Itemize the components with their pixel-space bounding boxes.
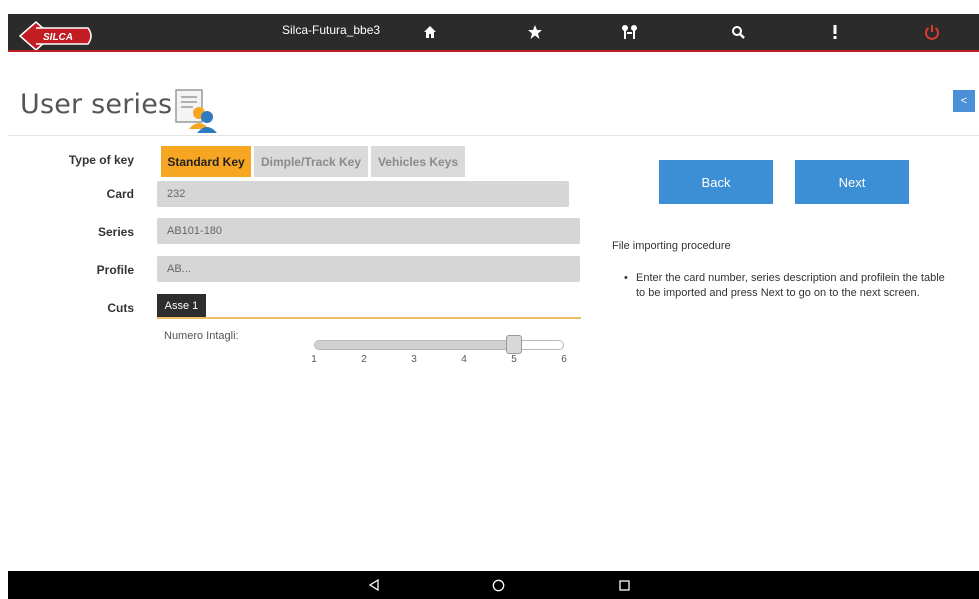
- header-divider: [8, 135, 979, 136]
- tab-vehicles-keys[interactable]: Vehicles Keys: [371, 146, 465, 177]
- back-icon[interactable]: [364, 575, 384, 595]
- power-icon[interactable]: [920, 20, 944, 44]
- profile-label: Profile: [96, 263, 134, 277]
- slider-tick-label: 6: [561, 354, 567, 365]
- procedure-list: • Enter the card number, series descript…: [624, 271, 956, 301]
- top-bar: SILCA Silca-Futura_bbe3: [8, 14, 979, 52]
- tab-asse-1[interactable]: Asse 1: [157, 294, 206, 317]
- series-label: Series: [97, 225, 134, 239]
- slider-fill: [315, 341, 515, 349]
- app-title: Silca-Futura_bbe3: [282, 23, 381, 37]
- cuts-label: Cuts: [107, 301, 134, 315]
- procedure-title: File importing procedure: [612, 240, 731, 252]
- slider-tick-label: 3: [411, 354, 417, 365]
- slider-tick-label: 1: [311, 354, 317, 365]
- recents-icon[interactable]: [614, 575, 634, 595]
- numero-intagli-slider[interactable]: [314, 340, 564, 350]
- home-circle-icon[interactable]: [488, 575, 508, 595]
- procedure-item: Enter the card number, series descriptio…: [636, 272, 945, 299]
- collapse-panel-button[interactable]: <: [953, 90, 975, 112]
- info-icon[interactable]: [823, 20, 847, 44]
- slider-tick-label: 5: [511, 354, 517, 365]
- slider-tick-label: 2: [361, 354, 367, 365]
- tab-dimple-track-key[interactable]: Dimple/Track Key: [254, 146, 368, 177]
- keys-icon[interactable]: [618, 20, 642, 44]
- user-document-icon: [173, 87, 221, 133]
- series-field[interactable]: AB101-180: [157, 218, 580, 244]
- svg-text:SILCA: SILCA: [43, 32, 73, 43]
- home-icon[interactable]: [418, 20, 442, 44]
- type-of-key-label: Type of key: [68, 153, 134, 167]
- bottom-nav-bar: [8, 571, 979, 599]
- next-button[interactable]: Next: [795, 160, 909, 204]
- profile-field[interactable]: AB...: [157, 256, 580, 282]
- accent-line: [8, 50, 979, 52]
- tab-standard-key[interactable]: Standard Key: [161, 146, 251, 177]
- numero-intagli-label: Numero Intagli:: [164, 330, 239, 342]
- search-icon[interactable]: [726, 20, 750, 44]
- card-label: Card: [106, 187, 134, 201]
- cuts-tab-underline: [157, 317, 581, 319]
- bullet-icon: •: [624, 272, 628, 284]
- page-title: User series: [20, 89, 173, 120]
- slider-tick-label: 4: [461, 354, 467, 365]
- back-button[interactable]: Back: [659, 160, 773, 204]
- slider-thumb[interactable]: [506, 335, 522, 354]
- card-field[interactable]: 232: [157, 181, 569, 207]
- star-icon[interactable]: [523, 20, 547, 44]
